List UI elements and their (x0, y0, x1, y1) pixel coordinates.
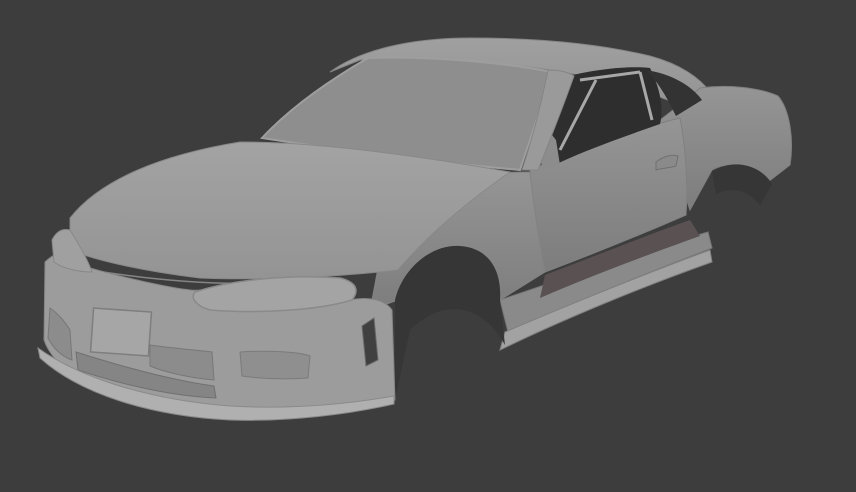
3d-viewport[interactable] (0, 0, 856, 492)
license-plate (89, 307, 153, 357)
front-wheel-well (395, 245, 505, 400)
car-body-model[interactable] (0, 0, 856, 492)
bumper-vent-right (239, 350, 311, 380)
